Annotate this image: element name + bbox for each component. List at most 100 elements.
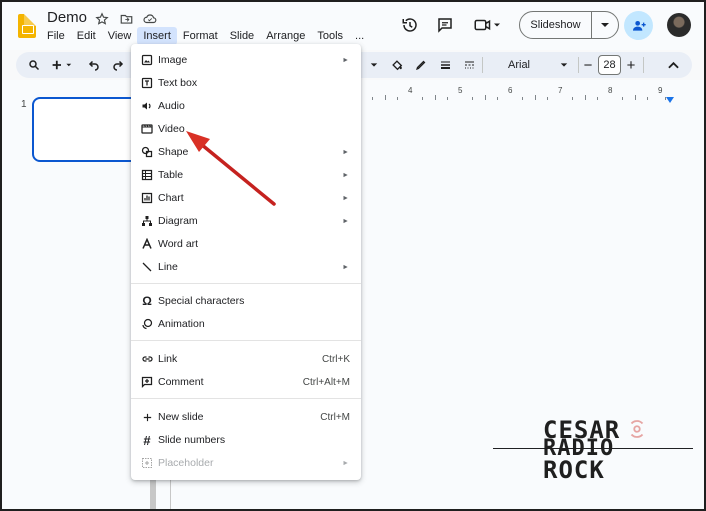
- menu-item-link[interactable]: Link Ctrl+K: [131, 348, 361, 370]
- menu-format[interactable]: Format: [177, 27, 224, 45]
- menu-item-label: Placeholder: [158, 457, 214, 469]
- watermark-line-3: ROCK: [543, 456, 605, 484]
- menu-item-slide-numbers[interactable]: # Slide numbers: [131, 429, 361, 451]
- submenu-arrow-icon: ►: [342, 56, 349, 64]
- horizontal-ruler[interactable]: 4 5 6 7 8 9: [360, 86, 680, 103]
- menu-item-label: Chart: [158, 192, 184, 204]
- menu-item-shortcut: Ctrl+Alt+M: [302, 376, 350, 388]
- fill-color-icon[interactable]: [388, 52, 406, 78]
- menu-item-video[interactable]: Video: [131, 118, 361, 140]
- ruler-tick: [522, 97, 523, 100]
- filmstrip-scrollbar[interactable]: [150, 480, 156, 511]
- new-item-plus-icon[interactable]: [50, 52, 78, 78]
- audio-icon: [140, 99, 154, 113]
- menu-item-chart[interactable]: Chart ►: [131, 187, 361, 209]
- menu-item-label: Link: [158, 353, 178, 365]
- menu-item-shape[interactable]: Shape ►: [131, 141, 361, 163]
- ruler-label: 8: [608, 86, 613, 95]
- slideshow-dropdown-icon[interactable]: [592, 12, 618, 38]
- menu-item-label: Comment: [158, 376, 204, 388]
- ruler-tick: [635, 95, 636, 100]
- border-dash-icon[interactable]: [460, 52, 478, 78]
- menu-item-diagram[interactable]: Diagram ►: [131, 210, 361, 232]
- menu-item-label: Line: [158, 261, 178, 273]
- menu-item-word-art[interactable]: Word art: [131, 233, 361, 255]
- slideshow-button[interactable]: Slideshow: [520, 12, 592, 38]
- menu-item-new-slide[interactable]: New slide Ctrl+M: [131, 406, 361, 428]
- cesar-radio-rock-logo: CESAR RADIO ROCK: [493, 414, 693, 484]
- animation-icon: [140, 317, 154, 331]
- submenu-arrow-icon: ►: [342, 194, 349, 202]
- slide-thumbnail[interactable]: [32, 97, 142, 162]
- submenu-arrow-icon: ►: [342, 459, 349, 467]
- menu-separator: [131, 398, 361, 399]
- radio-signal-icon: [630, 420, 644, 438]
- menu-edit[interactable]: Edit: [71, 27, 102, 45]
- version-history-icon[interactable]: [397, 12, 423, 38]
- toolbar-divider: [643, 57, 644, 73]
- ruler-tick: [585, 95, 586, 100]
- increase-font-size-button[interactable]: +: [623, 52, 639, 78]
- menu-view[interactable]: View: [102, 27, 138, 45]
- image-icon: [140, 53, 154, 67]
- slides-logo-icon[interactable]: [18, 14, 36, 38]
- ruler-tick: [397, 97, 398, 100]
- collapse-toolbar-chevron-up-icon[interactable]: [664, 52, 682, 78]
- font-dropdown-icon: [560, 63, 568, 67]
- move-to-folder-icon[interactable]: [118, 11, 134, 27]
- border-weight-icon[interactable]: [436, 52, 454, 78]
- menu-item-image[interactable]: Image ►: [131, 49, 361, 71]
- ruler-indent-marker-icon[interactable]: [666, 92, 674, 106]
- menu-item-label: Word art: [158, 238, 199, 250]
- menu-item-text-box[interactable]: Text box: [131, 72, 361, 94]
- share-person-add-icon[interactable]: [624, 11, 653, 40]
- ruler-label: 7: [558, 86, 563, 95]
- meet-icon[interactable]: [470, 12, 506, 38]
- hash-icon: #: [143, 432, 151, 448]
- avatar[interactable]: [667, 13, 691, 37]
- star-icon[interactable]: [94, 11, 110, 27]
- ruler-tick: [472, 97, 473, 100]
- ruler-tick: [447, 97, 448, 100]
- border-color-icon[interactable]: [412, 52, 430, 78]
- menu-item-audio[interactable]: Audio: [131, 95, 361, 117]
- menu-item-comment[interactable]: Comment Ctrl+Alt+M: [131, 371, 361, 393]
- menu-item-label: Video: [158, 123, 185, 135]
- menu-item-label: Table: [158, 169, 184, 181]
- shape-icon: [140, 145, 154, 159]
- menu-item-table[interactable]: Table ►: [131, 164, 361, 186]
- menu-item-label: Text box: [158, 77, 198, 89]
- line-dropdown-icon[interactable]: [368, 52, 380, 78]
- menu-item-label: Shape: [158, 146, 189, 158]
- comments-icon[interactable]: [432, 12, 458, 38]
- menu-item-shortcut: Ctrl+M: [320, 411, 350, 423]
- search-icon[interactable]: [24, 52, 44, 78]
- menu-slide[interactable]: Slide: [224, 27, 260, 45]
- undo-icon[interactable]: [84, 52, 104, 78]
- menu-item-label: Audio: [158, 100, 185, 112]
- ruler-tick: [547, 97, 548, 100]
- menu-item-special-characters[interactable]: Ω Special characters: [131, 290, 361, 312]
- decrease-font-size-button[interactable]: −: [580, 52, 596, 78]
- menu-tools[interactable]: Tools: [311, 27, 349, 45]
- link-icon: [140, 352, 154, 366]
- slideshow-control: Slideshow: [519, 11, 619, 39]
- menu-item-animation[interactable]: Animation: [131, 313, 361, 335]
- document-title[interactable]: Demo: [47, 9, 87, 26]
- filmstrip-divider: [170, 480, 171, 511]
- word-art-icon: [140, 237, 154, 251]
- menu-more[interactable]: ...: [349, 27, 370, 45]
- font-size-input[interactable]: 28: [598, 55, 621, 75]
- menu-insert[interactable]: Insert: [137, 27, 177, 45]
- menu-item-line[interactable]: Line ►: [131, 256, 361, 278]
- ruler-label: 4: [408, 86, 413, 95]
- cloud-saved-icon[interactable]: [142, 11, 158, 27]
- ruler-tick: [385, 95, 386, 100]
- menu-item-placeholder[interactable]: Placeholder ►: [131, 452, 361, 474]
- menu-item-label: New slide: [158, 411, 204, 423]
- menu-arrange[interactable]: Arrange: [260, 27, 311, 45]
- menu-file[interactable]: File: [41, 27, 71, 45]
- font-family-select[interactable]: Arial: [504, 56, 572, 74]
- redo-icon[interactable]: [108, 52, 128, 78]
- menu-separator: [131, 283, 361, 284]
